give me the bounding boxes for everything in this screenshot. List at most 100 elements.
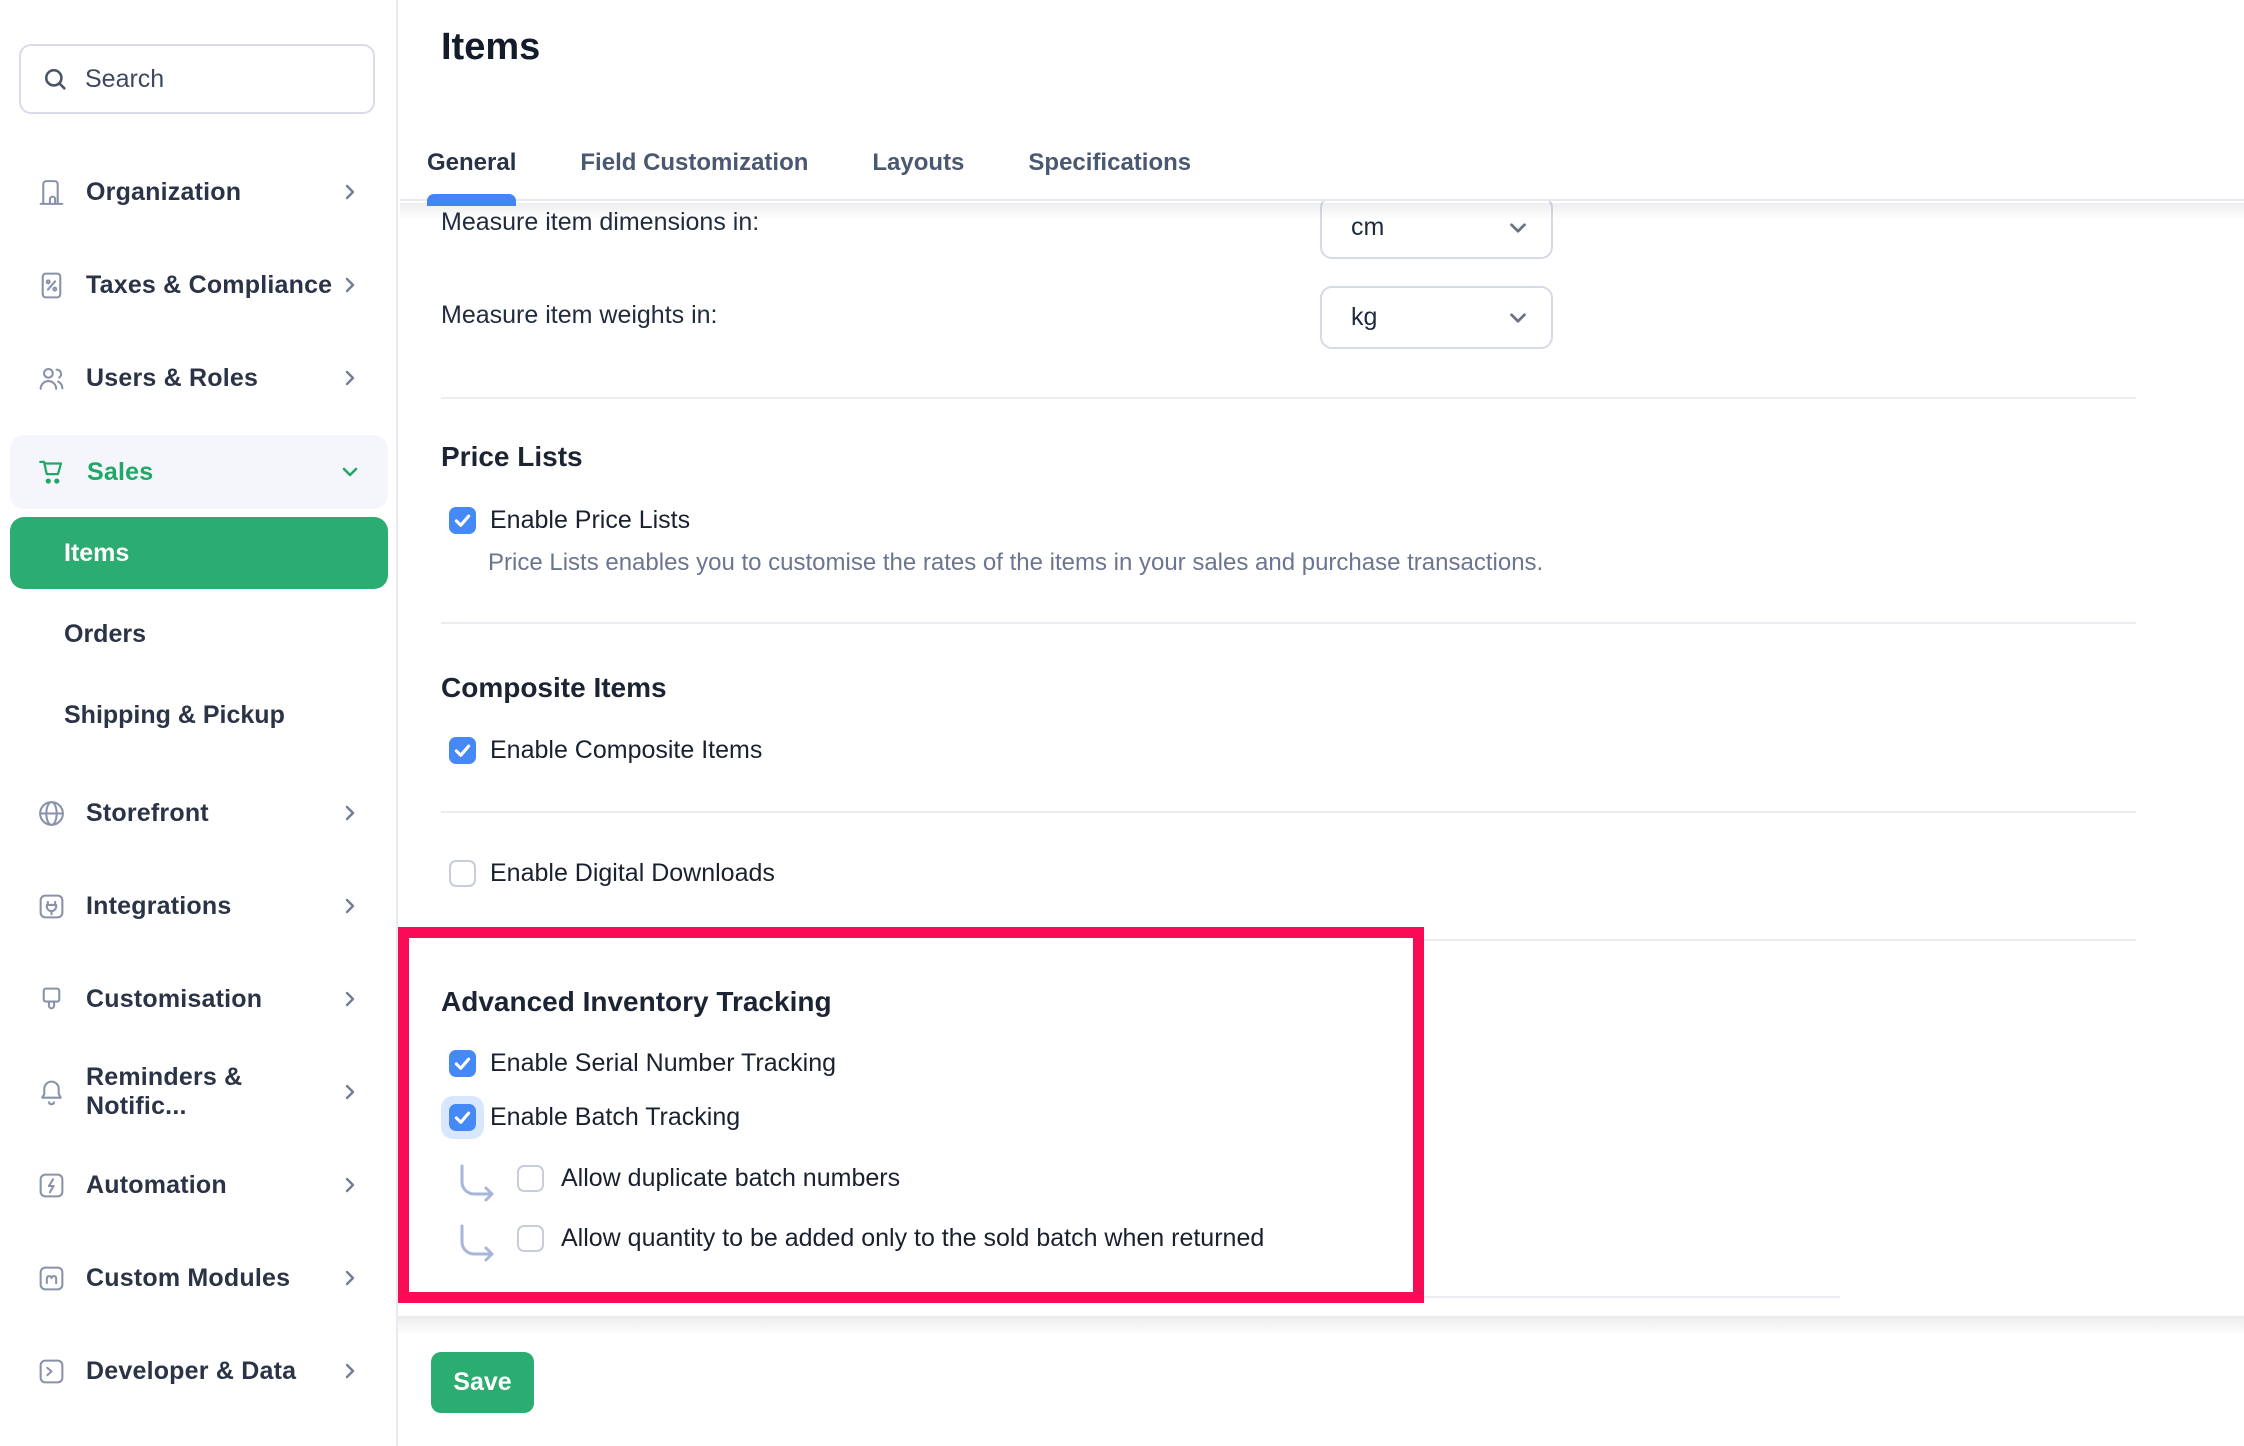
- sidebar-item-custom-modules[interactable]: Custom Modules: [10, 1238, 388, 1318]
- chevron-right-icon: [338, 366, 362, 390]
- allow-duplicate-batch-label: Allow duplicate batch numbers: [561, 1164, 900, 1193]
- section-divider: [1424, 939, 2136, 941]
- cart-icon: [36, 456, 68, 488]
- sidebar-item-customisation[interactable]: Customisation: [10, 959, 388, 1039]
- sidebar-subitem-label: Items: [64, 539, 129, 568]
- section-divider: [1424, 1296, 1840, 1298]
- sidebar-item-label: Automation: [86, 1171, 227, 1200]
- sidebar-item-label: Reminders & Notific...: [86, 1063, 338, 1121]
- enable-digital-downloads-label: Enable Digital Downloads: [490, 859, 775, 888]
- enable-composite-items-row: Enable Composite Items: [449, 736, 762, 765]
- tab-general[interactable]: General: [427, 149, 516, 199]
- price-lists-heading: Price Lists: [441, 441, 583, 473]
- enable-composite-items-checkbox[interactable]: [449, 737, 476, 764]
- sidebar-item-sales[interactable]: Sales: [10, 435, 388, 509]
- sidebar-item-integrations[interactable]: Integrations: [10, 866, 388, 946]
- settings-sidebar: Search Organization Taxes & Compliance: [0, 0, 398, 1446]
- settings-page: Search Organization Taxes & Compliance: [0, 0, 2244, 1446]
- advanced-inventory-heading: Advanced Inventory Tracking: [441, 986, 832, 1018]
- sidebar-subitem-orders[interactable]: Orders: [10, 598, 388, 670]
- chevron-right-icon: [338, 1173, 362, 1197]
- footer-divider: [398, 1316, 2244, 1336]
- chevron-down-icon: [1505, 305, 1531, 331]
- tab-field-customization[interactable]: Field Customization: [580, 149, 808, 199]
- enable-serial-tracking-label: Enable Serial Number Tracking: [490, 1049, 836, 1078]
- sidebar-item-label: Sales: [87, 458, 153, 487]
- weight-unit-value: kg: [1351, 303, 1377, 332]
- plug-icon: [36, 891, 67, 922]
- allow-duplicate-batch-checkbox[interactable]: [517, 1165, 544, 1192]
- chevron-right-icon: [338, 801, 362, 825]
- sidebar-subitem-label: Orders: [64, 620, 146, 649]
- bell-icon: [36, 1077, 67, 1108]
- branch-arrow-icon: [456, 1222, 500, 1264]
- checkbox-focus-halo: [441, 1096, 484, 1139]
- page-title: Items: [441, 26, 540, 69]
- enable-price-lists-row: Enable Price Lists: [449, 506, 690, 535]
- enable-serial-tracking-row: Enable Serial Number Tracking: [449, 1049, 836, 1078]
- sidebar-item-storefront[interactable]: Storefront: [10, 773, 388, 853]
- enable-price-lists-checkbox[interactable]: [449, 507, 476, 534]
- sidebar-item-label: Storefront: [86, 799, 209, 828]
- chevron-right-icon: [338, 1359, 362, 1383]
- chevron-right-icon: [338, 894, 362, 918]
- main-header: Items General Field Customization Layout…: [400, 0, 2244, 201]
- search-input[interactable]: Search: [19, 44, 375, 114]
- section-divider: [441, 811, 2136, 813]
- chevron-down-icon: [338, 460, 362, 484]
- sidebar-item-label: Integrations: [86, 892, 231, 921]
- enable-digital-downloads-row: Enable Digital Downloads: [449, 859, 775, 888]
- sidebar-item-label: Custom Modules: [86, 1264, 290, 1293]
- tab-bar: General Field Customization Layouts Spec…: [427, 149, 1191, 199]
- sidebar-item-reminders-notifications[interactable]: Reminders & Notific...: [10, 1052, 388, 1132]
- users-icon: [36, 363, 67, 394]
- tax-document-icon: [36, 270, 67, 301]
- enable-price-lists-label: Enable Price Lists: [490, 506, 690, 535]
- main-content: Items General Field Customization Layout…: [400, 0, 2244, 1446]
- enable-batch-tracking-label: Enable Batch Tracking: [490, 1103, 740, 1132]
- weight-unit-select[interactable]: kg: [1320, 286, 1553, 349]
- section-divider: [441, 397, 2136, 399]
- chevron-right-icon: [338, 180, 362, 204]
- allow-sold-batch-return-checkbox[interactable]: [517, 1225, 544, 1252]
- sidebar-item-organization[interactable]: Organization: [10, 152, 388, 232]
- sidebar-item-taxes-compliance[interactable]: Taxes & Compliance: [10, 245, 388, 325]
- scroll-shadow: [400, 203, 2244, 219]
- sidebar-subitem-items[interactable]: Items: [10, 517, 388, 589]
- building-icon: [36, 177, 67, 208]
- sidebar-item-label: Taxes & Compliance: [86, 271, 332, 300]
- sidebar-item-label: Developer & Data: [86, 1357, 296, 1386]
- search-icon: [41, 65, 69, 93]
- save-button[interactable]: Save: [431, 1352, 534, 1413]
- sidebar-item-automation[interactable]: Automation: [10, 1145, 388, 1225]
- composite-items-heading: Composite Items: [441, 672, 667, 704]
- sidebar-item-users-roles[interactable]: Users & Roles: [10, 338, 388, 418]
- enable-composite-items-label: Enable Composite Items: [490, 736, 762, 765]
- tab-layouts[interactable]: Layouts: [872, 149, 964, 199]
- sidebar-subitem-shipping-pickup[interactable]: Shipping & Pickup: [10, 679, 388, 751]
- allow-sold-batch-return-label: Allow quantity to be added only to the s…: [561, 1224, 1264, 1253]
- sidebar-item-developer-data[interactable]: Developer & Data: [10, 1331, 388, 1411]
- terminal-icon: [36, 1356, 67, 1387]
- sidebar-item-label: Users & Roles: [86, 364, 258, 393]
- enable-digital-downloads-checkbox[interactable]: [449, 860, 476, 887]
- sidebar-subitem-label: Shipping & Pickup: [64, 701, 285, 730]
- price-lists-description: Price Lists enables you to customise the…: [488, 549, 1543, 577]
- chevron-right-icon: [338, 1080, 362, 1104]
- sidebar-item-label: Organization: [86, 178, 241, 207]
- allow-duplicate-batch-row: Allow duplicate batch numbers: [456, 1152, 900, 1204]
- enable-batch-tracking-checkbox[interactable]: [449, 1104, 476, 1131]
- search-placeholder: Search: [85, 65, 164, 94]
- chevron-right-icon: [338, 273, 362, 297]
- sidebar-item-label: Customisation: [86, 985, 262, 1014]
- weight-unit-label: Measure item weights in:: [441, 301, 718, 330]
- modules-icon: [36, 1263, 67, 1294]
- allow-sold-batch-return-row: Allow quantity to be added only to the s…: [456, 1212, 1264, 1264]
- enable-serial-tracking-checkbox[interactable]: [449, 1050, 476, 1077]
- enable-batch-tracking-row: Enable Batch Tracking: [441, 1096, 740, 1139]
- paint-icon: [36, 984, 67, 1015]
- tab-specifications[interactable]: Specifications: [1028, 149, 1191, 199]
- lightning-icon: [36, 1170, 67, 1201]
- globe-icon: [36, 798, 67, 829]
- branch-arrow-icon: [456, 1162, 500, 1204]
